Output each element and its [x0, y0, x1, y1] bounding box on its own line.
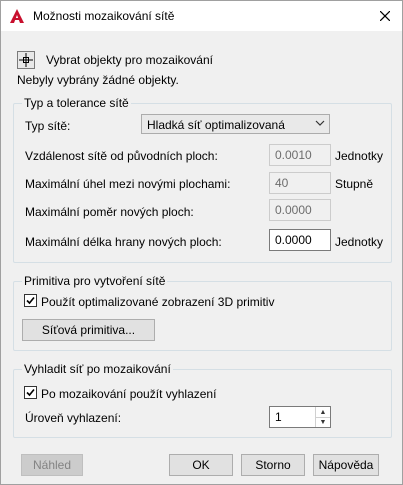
mesh-tessellation-dialog: Možnosti mozaikování sítě Vybrat objekty…: [0, 0, 403, 485]
select-objects-button[interactable]: [17, 51, 35, 69]
edge-length-unit: Jednotky: [335, 235, 384, 249]
mesh-primitives-button[interactable]: Síťová primitiva...: [22, 319, 155, 341]
group-title: Vyhladit síť po mozaikování: [22, 362, 173, 376]
angle-field[interactable]: 40: [269, 172, 331, 194]
distance-label: Vzdálenost sítě od původních ploch:: [25, 149, 218, 163]
apply-smoothing-checkbox[interactable]: [24, 386, 37, 399]
angle-unit: Stupně: [335, 177, 374, 191]
mesh-type-label: Typ sítě:: [25, 119, 71, 133]
distance-unit: Jednotky: [335, 149, 384, 163]
edge-length-label: Maximální délka hrany nových ploch:: [25, 235, 222, 249]
window-title: Možnosti mozaikování sítě: [33, 9, 175, 23]
decrement-arrow-icon[interactable]: ▼: [316, 417, 330, 427]
edge-length-field[interactable]: 0.0000: [269, 229, 331, 251]
optimized-primitives-checkbox[interactable]: [24, 294, 37, 307]
checkmark-icon: [26, 388, 35, 397]
select-objects-label[interactable]: Vybrat objekty pro mozaikování: [46, 53, 213, 67]
optimized-primitives-label[interactable]: Použít optimalizované zobrazení 3D primi…: [41, 295, 274, 309]
smoothing-level-stepper[interactable]: 1 ▲ ▼: [269, 406, 331, 428]
apply-smoothing-label[interactable]: Po mozaikování použít vyhlazení: [41, 387, 216, 401]
smoothing-level-label: Úroveň vyhlazení:: [25, 411, 122, 425]
autocad-logo-icon: [10, 9, 24, 23]
stepper-arrows[interactable]: ▲ ▼: [315, 407, 330, 427]
selection-status: Nebyly vybrány žádné objekty.: [17, 73, 179, 87]
close-button[interactable]: [374, 5, 396, 27]
ratio-label: Maximální poměr nových ploch:: [25, 205, 194, 219]
close-icon: [380, 11, 390, 21]
cancel-button[interactable]: Storno: [241, 454, 305, 476]
mesh-type-value: Hladká síť optimalizovaná: [147, 118, 285, 132]
title-bar: Možnosti mozaikování sítě: [1, 1, 402, 31]
preview-button[interactable]: Náhled: [21, 454, 83, 476]
group-title: Primitiva pro vytvoření sítě: [22, 274, 168, 288]
distance-field[interactable]: 0.0010: [269, 144, 331, 166]
group-title: Typ a tolerance sítě: [22, 96, 131, 110]
checkmark-icon: [26, 296, 35, 305]
smoothing-level-value: 1: [275, 410, 282, 424]
crosshair-select-icon: [19, 53, 33, 67]
chevron-down-icon: [315, 118, 325, 131]
help-button[interactable]: Nápověda: [313, 454, 379, 476]
ok-button[interactable]: OK: [169, 454, 233, 476]
angle-label: Maximální úhel mezi novými plochami:: [25, 177, 231, 191]
mesh-type-dropdown[interactable]: Hladká síť optimalizovaná: [141, 114, 330, 134]
smoothing-group: Vyhladit síť po mozaikování: [13, 362, 392, 438]
ratio-field[interactable]: 0.0000: [269, 199, 331, 221]
